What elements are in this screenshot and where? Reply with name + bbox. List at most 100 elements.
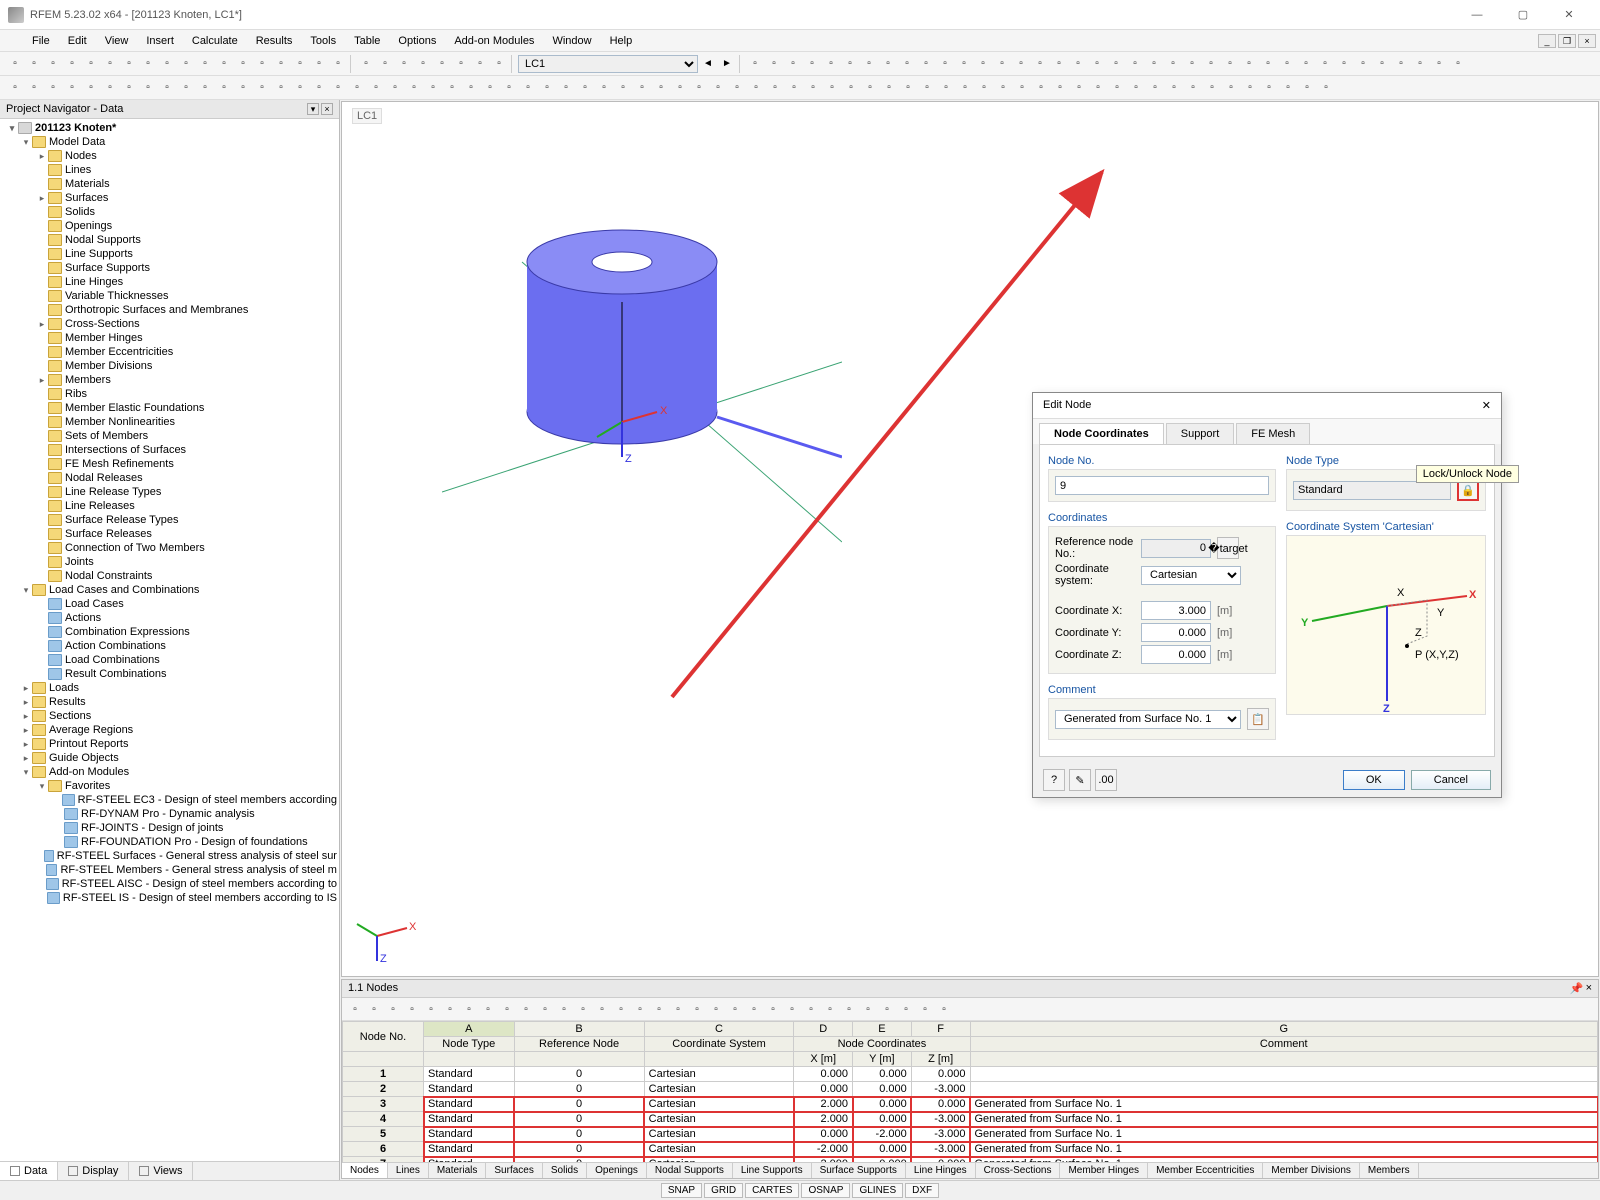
tb2-btn-50[interactable]: ▫ — [956, 79, 974, 97]
tb1-btn-14[interactable]: ▫ — [272, 55, 290, 73]
tb2-btn-21[interactable]: ▫ — [405, 79, 423, 97]
tree-item[interactable]: ▸Sections — [4, 709, 339, 723]
tb2-btn-19[interactable]: ▫ — [367, 79, 385, 97]
table-tab[interactable]: Nodes — [342, 1163, 388, 1178]
tb1b-btn-2[interactable]: ▫ — [395, 55, 413, 73]
tb2-btn-3[interactable]: ▫ — [63, 79, 81, 97]
tree-item[interactable]: ▸Nodes — [4, 149, 339, 163]
tptb-25[interactable]: ▫ — [821, 1000, 839, 1018]
tb1c-btn-27[interactable]: ▫ — [1259, 55, 1277, 73]
tb2-btn-26[interactable]: ▫ — [500, 79, 518, 97]
table-row[interactable]: 5 Standard0Cartesian 0.000-2.000-3.000 G… — [343, 1127, 1598, 1142]
ok-button[interactable]: OK — [1343, 770, 1405, 790]
dlg-edit[interactable]: ✎ — [1069, 769, 1091, 791]
sb-cartes[interactable]: CARTES — [745, 1183, 799, 1198]
tree-item[interactable]: ▸Printout Reports — [4, 737, 339, 751]
tree-item[interactable]: Sets of Members — [4, 429, 339, 443]
menu-insert[interactable]: Insert — [138, 33, 182, 49]
sb-grid[interactable]: GRID — [704, 1183, 743, 1198]
tptb-20[interactable]: ▫ — [726, 1000, 744, 1018]
menu-window[interactable]: Window — [544, 33, 599, 49]
tb2-btn-60[interactable]: ▫ — [1146, 79, 1164, 97]
tb2-btn-44[interactable]: ▫ — [842, 79, 860, 97]
dlg-units[interactable]: .00 — [1095, 769, 1117, 791]
table-row[interactable]: 1 Standard0Cartesian 0.0000.0000.000 — [343, 1067, 1598, 1082]
tb1-btn-0[interactable]: ▫ — [6, 55, 24, 73]
tree-item[interactable]: Lines — [4, 163, 339, 177]
tb2-btn-8[interactable]: ▫ — [158, 79, 176, 97]
tb2-btn-16[interactable]: ▫ — [310, 79, 328, 97]
navigator-tree[interactable]: ▾201123 Knoten* ▾Model Data ▸NodesLinesM… — [0, 119, 339, 1161]
tptb-16[interactable]: ▫ — [650, 1000, 668, 1018]
tree-item[interactable]: Joints — [4, 555, 339, 569]
table-tab[interactable]: Members — [1360, 1163, 1419, 1178]
tree-item[interactable]: ▸Average Regions — [4, 723, 339, 737]
tb1-btn-6[interactable]: ▫ — [120, 55, 138, 73]
tptb-19[interactable]: ▫ — [707, 1000, 725, 1018]
tb1c-btn-12[interactable]: ▫ — [974, 55, 992, 73]
tb1c-btn-37[interactable]: ▫ — [1449, 55, 1467, 73]
nav-tab-display[interactable]: Display — [58, 1162, 129, 1180]
tb2-btn-13[interactable]: ▫ — [253, 79, 271, 97]
table-tab[interactable]: Member Divisions — [1263, 1163, 1359, 1178]
tb2-btn-38[interactable]: ▫ — [728, 79, 746, 97]
node-no-input[interactable] — [1055, 476, 1269, 495]
tptb-9[interactable]: ▫ — [517, 1000, 535, 1018]
tp-close[interactable]: × — [1586, 982, 1592, 995]
tree-item[interactable]: Intersections of Surfaces — [4, 443, 339, 457]
tptb-17[interactable]: ▫ — [669, 1000, 687, 1018]
tptb-8[interactable]: ▫ — [498, 1000, 516, 1018]
tree-item[interactable]: Combination Expressions — [4, 625, 339, 639]
tb2-btn-33[interactable]: ▫ — [633, 79, 651, 97]
tb1c-btn-33[interactable]: ▫ — [1373, 55, 1391, 73]
tree-item[interactable]: Line Releases — [4, 499, 339, 513]
tb1-btn-16[interactable]: ▫ — [310, 55, 328, 73]
lc-prev[interactable]: ◄ — [699, 55, 717, 73]
tb1-btn-10[interactable]: ▫ — [196, 55, 214, 73]
tb2-btn-15[interactable]: ▫ — [291, 79, 309, 97]
tptb-3[interactable]: ▫ — [403, 1000, 421, 1018]
tb1c-btn-18[interactable]: ▫ — [1088, 55, 1106, 73]
tb1c-btn-28[interactable]: ▫ — [1278, 55, 1296, 73]
tb1c-btn-16[interactable]: ▫ — [1050, 55, 1068, 73]
tb1c-btn-1[interactable]: ▫ — [765, 55, 783, 73]
tb1c-btn-30[interactable]: ▫ — [1316, 55, 1334, 73]
tb2-btn-52[interactable]: ▫ — [994, 79, 1012, 97]
tb1-btn-2[interactable]: ▫ — [44, 55, 62, 73]
tptb-7[interactable]: ▫ — [479, 1000, 497, 1018]
tptb-29[interactable]: ▫ — [897, 1000, 915, 1018]
tb1-btn-1[interactable]: ▫ — [25, 55, 43, 73]
menu-file[interactable]: File — [24, 33, 58, 49]
tree-item[interactable]: Member Hinges — [4, 331, 339, 345]
table-row[interactable]: 4 Standard0Cartesian 2.0000.000-3.000 Ge… — [343, 1112, 1598, 1127]
tptb-2[interactable]: ▫ — [384, 1000, 402, 1018]
tptb-15[interactable]: ▫ — [631, 1000, 649, 1018]
tb1c-btn-24[interactable]: ▫ — [1202, 55, 1220, 73]
table-tab[interactable]: Member Eccentricities — [1148, 1163, 1263, 1178]
tb1-btn-4[interactable]: ▫ — [82, 55, 100, 73]
tb2-btn-20[interactable]: ▫ — [386, 79, 404, 97]
table-row[interactable]: 3 Standard0Cartesian 2.0000.0000.000 Gen… — [343, 1097, 1598, 1112]
cancel-button[interactable]: Cancel — [1411, 770, 1491, 790]
nav-pin[interactable]: ▾ — [307, 103, 319, 115]
tree-item[interactable]: Solids — [4, 205, 339, 219]
tptb-10[interactable]: ▫ — [536, 1000, 554, 1018]
tb1c-btn-23[interactable]: ▫ — [1183, 55, 1201, 73]
tb2-btn-24[interactable]: ▫ — [462, 79, 480, 97]
menu-calculate[interactable]: Calculate — [184, 33, 246, 49]
coord-system-select[interactable]: Cartesian — [1141, 566, 1241, 585]
tptb-1[interactable]: ▫ — [365, 1000, 383, 1018]
table-tab[interactable]: Surfaces — [486, 1163, 542, 1178]
tb1b-btn-6[interactable]: ▫ — [471, 55, 489, 73]
table-tab[interactable]: Openings — [587, 1163, 647, 1178]
tree-item[interactable]: RF-STEEL AISC - Design of steel members … — [4, 877, 339, 891]
tb2-btn-36[interactable]: ▫ — [690, 79, 708, 97]
tb2-btn-64[interactable]: ▫ — [1222, 79, 1240, 97]
tb1c-btn-5[interactable]: ▫ — [841, 55, 859, 73]
tree-item[interactable]: Surface Supports — [4, 261, 339, 275]
tb2-btn-11[interactable]: ▫ — [215, 79, 233, 97]
tb1c-btn-21[interactable]: ▫ — [1145, 55, 1163, 73]
tptb-12[interactable]: ▫ — [574, 1000, 592, 1018]
tree-item[interactable]: Member Elastic Foundations — [4, 401, 339, 415]
table-tab[interactable]: Member Hinges — [1060, 1163, 1148, 1178]
